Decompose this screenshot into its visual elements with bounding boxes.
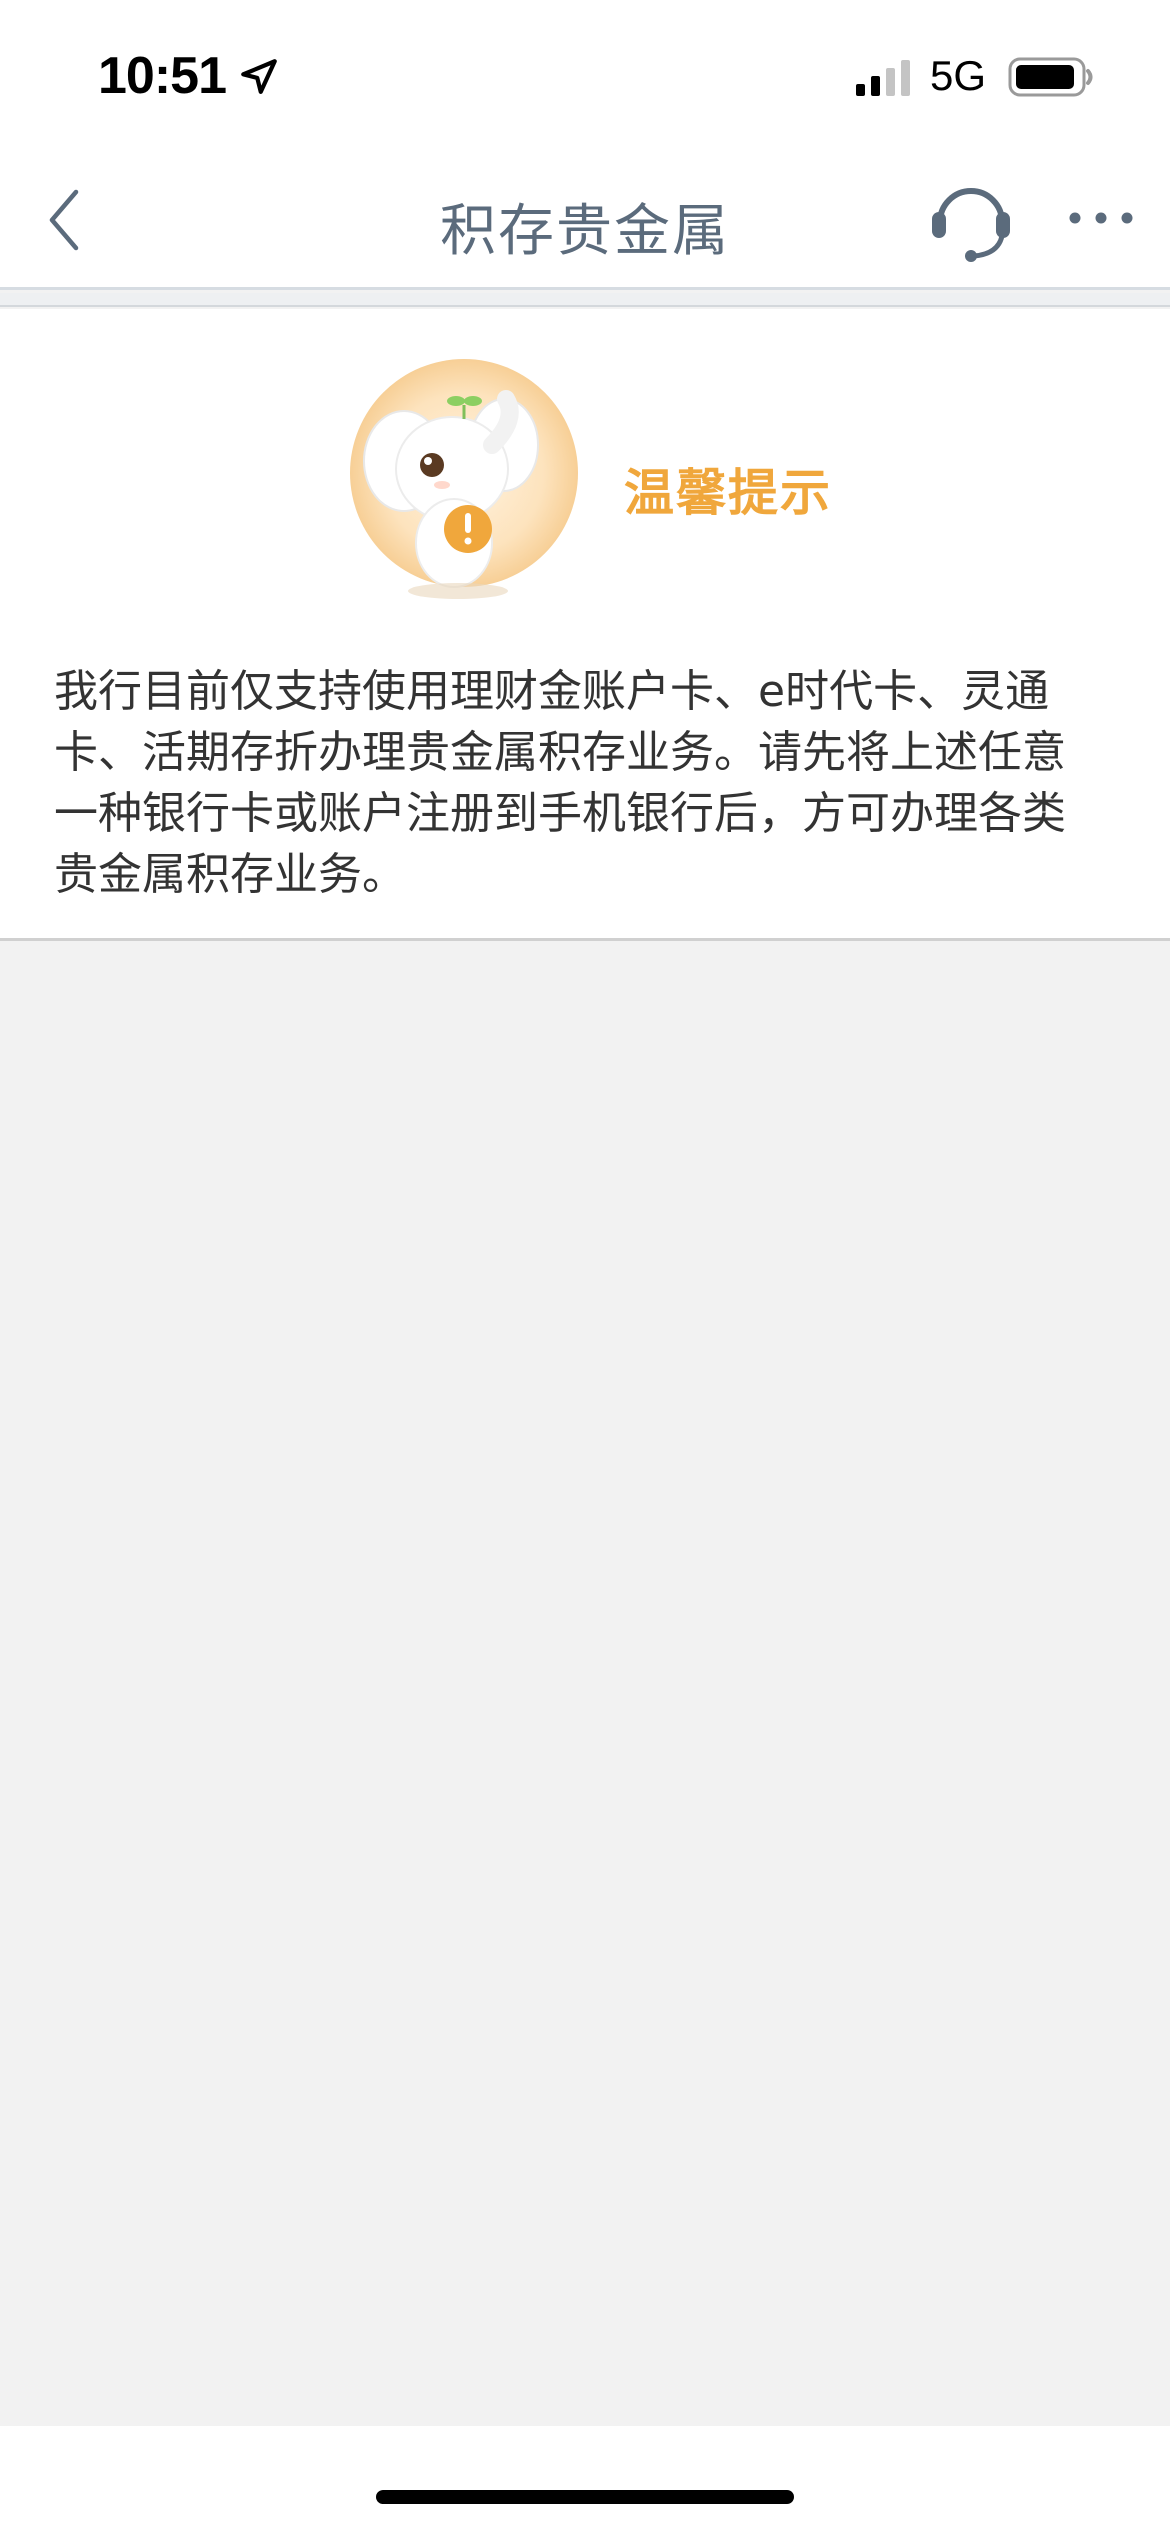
home-indicator[interactable] xyxy=(376,2490,794,2504)
elephant-mascot-warning-icon xyxy=(350,359,578,599)
navigation-bar: 积存贵金属 xyxy=(0,150,1170,290)
location-arrow-icon xyxy=(241,59,277,94)
status-time: 10:51 xyxy=(98,47,227,105)
notice-card: 温馨提示 我行目前仅支持使用理财金账户卡、e时代卡、灵通卡、活期存折办理贵金属积… xyxy=(0,309,1170,941)
divider xyxy=(0,293,1170,307)
home-indicator-area xyxy=(0,2426,1170,2532)
notice-message: 我行目前仅支持使用理财金账户卡、e时代卡、灵通卡、活期存折办理贵金属积存业务。请… xyxy=(54,666,1066,900)
status-bar: 10:51 5G xyxy=(0,0,1170,150)
network-type: 5G xyxy=(930,52,987,99)
more-dots-icon[interactable] xyxy=(1066,200,1136,236)
screen: 10:51 5G 积存贵金属 温馨提示 我行目前仅支持使用理财金账户卡、e时代卡… xyxy=(0,0,1170,2532)
customer-service-headset-icon[interactable] xyxy=(928,176,1014,264)
battery-icon xyxy=(1008,57,1093,97)
notice-title: 温馨提示 xyxy=(624,464,832,522)
signal-icon xyxy=(856,60,910,96)
